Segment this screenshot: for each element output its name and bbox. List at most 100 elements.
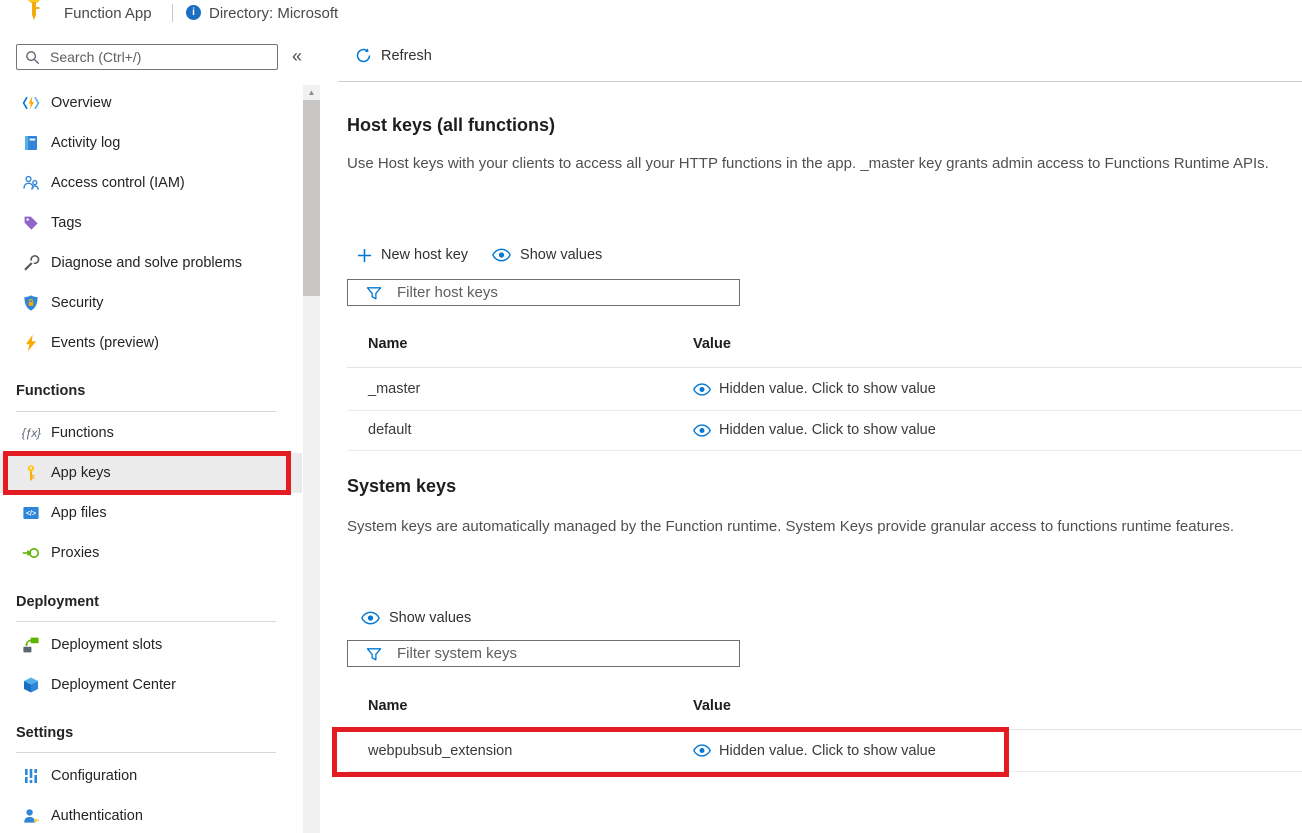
sidebar-item-tags[interactable]: Tags: [0, 203, 302, 243]
resource-menu-sidebar: Overview Activity log Acc: [0, 30, 302, 833]
plus-icon: [357, 248, 372, 263]
system-keys-command-row: Show values: [361, 604, 471, 632]
person-key-icon: [22, 807, 40, 825]
sidebar-item-configuration[interactable]: Configuration: [0, 756, 302, 796]
group-divider: [16, 752, 276, 753]
tags-icon: [22, 214, 40, 232]
sidebar-item-activity-log[interactable]: Activity log: [0, 123, 302, 163]
activity-log-icon: [22, 134, 40, 152]
system-keys-row-webpubsub: webpubsub_extension Hidden value. Click …: [347, 730, 1302, 772]
overview-icon: [22, 94, 40, 112]
sidebar-item-events[interactable]: Events (preview): [0, 323, 302, 363]
sidebar-item-app-files[interactable]: </> App files: [0, 493, 302, 533]
command-bar: Refresh: [320, 30, 1302, 81]
hidden-value-link[interactable]: Hidden value. Click to show value: [693, 381, 936, 397]
sidebar-item-authentication[interactable]: Authentication: [0, 796, 302, 833]
sidebar-item-label: Overview: [51, 95, 111, 111]
sidebar-item-functions[interactable]: {ƒx} Functions: [0, 413, 302, 453]
refresh-button[interactable]: Refresh: [355, 47, 432, 64]
eye-icon: [361, 611, 380, 625]
sidebar-item-overview[interactable]: Overview: [0, 83, 302, 123]
sidebar-group-functions: Functions: [16, 383, 85, 399]
sidebar-item-label: App keys: [51, 465, 111, 481]
scrollbar-thumb[interactable]: [303, 100, 320, 296]
host-keys-row-master: _master Hidden value. Click to show valu…: [347, 368, 1302, 411]
sidebar-item-security[interactable]: Security: [0, 283, 302, 323]
search-icon: [25, 50, 40, 65]
refresh-label: Refresh: [381, 48, 432, 64]
show-values-label: Show values: [520, 247, 602, 263]
group-divider: [16, 411, 276, 412]
system-keys-col-value: Value: [693, 698, 731, 714]
new-host-key-label: New host key: [381, 247, 468, 263]
host-keys-filter-input[interactable]: [395, 283, 739, 302]
new-host-key-button[interactable]: New host key: [357, 247, 468, 263]
sidebar-item-label: Deployment Center: [51, 677, 176, 693]
deployment-slots-icon: [22, 636, 40, 654]
eye-icon: [693, 744, 711, 757]
collapse-menu-icon[interactable]: «: [292, 46, 302, 67]
sidebar-item-label: Diagnose and solve problems: [51, 255, 242, 271]
sidebar-item-deployment-slots[interactable]: Deployment slots: [0, 625, 302, 665]
eye-icon: [492, 248, 511, 262]
hidden-value-link[interactable]: Hidden value. Click to show value: [693, 743, 936, 759]
sidebar-item-diagnose[interactable]: Diagnose and solve problems: [0, 243, 302, 283]
top-bar: Function App i Directory: Microsoft: [0, 0, 1302, 30]
sidebar-item-label: Activity log: [51, 135, 120, 151]
page-title: Function App: [64, 5, 152, 22]
eye-icon: [693, 383, 711, 396]
app-keys-content: Host keys (all functions) Use Host keys …: [347, 82, 1302, 833]
search-input[interactable]: [48, 48, 277, 66]
sidebar-item-label: Events (preview): [51, 335, 159, 351]
system-keys-filter-input[interactable]: [395, 644, 739, 663]
sidebar-item-access-control[interactable]: Access control (IAM): [0, 163, 302, 203]
sidebar-item-proxies[interactable]: Proxies: [0, 533, 302, 573]
wrench-icon: [22, 254, 40, 272]
sidebar-item-app-keys[interactable]: App keys: [0, 453, 302, 493]
host-keys-filter-box[interactable]: [347, 279, 740, 306]
filter-funnel-icon: [366, 646, 382, 662]
info-icon[interactable]: i: [186, 5, 201, 20]
eye-icon: [693, 424, 711, 437]
sidebar-item-label: Tags: [51, 215, 82, 231]
filter-funnel-icon: [366, 285, 382, 301]
directory-label: Directory: Microsoft: [209, 5, 338, 22]
title-divider: [172, 4, 173, 22]
sidebar-item-deployment-center[interactable]: Deployment Center: [0, 665, 302, 705]
hidden-value-text: Hidden value. Click to show value: [719, 743, 936, 759]
lightning-bolt-icon: [22, 334, 40, 352]
key-name: _master: [368, 381, 420, 397]
key-name: default: [368, 422, 412, 438]
host-keys-col-value: Value: [693, 336, 731, 352]
show-values-button-system[interactable]: Show values: [361, 610, 471, 626]
sidebar-search-box[interactable]: [16, 44, 278, 70]
hidden-value-link[interactable]: Hidden value. Click to show value: [693, 422, 936, 438]
system-keys-description: System keys are automatically managed by…: [347, 515, 1288, 538]
proxies-icon: [22, 544, 40, 562]
host-keys-command-row: New host key Show values: [357, 241, 602, 269]
host-keys-row-default: default Hidden value. Click to show valu…: [347, 410, 1302, 451]
key-name: webpubsub_extension: [368, 743, 512, 759]
sidebar-item-label: App files: [51, 505, 107, 521]
azure-portal-screen: Function App i Directory: Microsoft: [0, 0, 1302, 833]
sidebar-group-settings: Settings: [16, 725, 73, 741]
shield-lock-icon: [22, 294, 40, 312]
system-keys-title: System keys: [347, 476, 456, 497]
function-app-key-logo-icon: [26, 0, 42, 23]
host-keys-description: Use Host keys with your clients to acces…: [347, 152, 1288, 175]
main-pane: Refresh Host keys (all functions) Use Ho…: [320, 30, 1302, 833]
scroll-up-arrow-icon[interactable]: ▲: [303, 85, 320, 99]
sidebar-item-label: Access control (IAM): [51, 175, 185, 191]
system-keys-filter-box[interactable]: [347, 640, 740, 667]
show-values-button-host[interactable]: Show values: [492, 247, 602, 263]
hidden-value-text: Hidden value. Click to show value: [719, 422, 936, 438]
refresh-icon: [355, 47, 372, 64]
system-keys-col-name: Name: [368, 698, 408, 714]
sidebar-item-label: Authentication: [51, 808, 143, 824]
vertical-scrollbar[interactable]: ▲: [303, 85, 320, 833]
functions-fx-icon: {ƒx}: [22, 424, 40, 442]
access-control-icon: [22, 174, 40, 192]
code-file-icon: </>: [22, 504, 40, 522]
sidebar-item-label: Security: [51, 295, 103, 311]
code-glyph: </>: [26, 511, 36, 518]
